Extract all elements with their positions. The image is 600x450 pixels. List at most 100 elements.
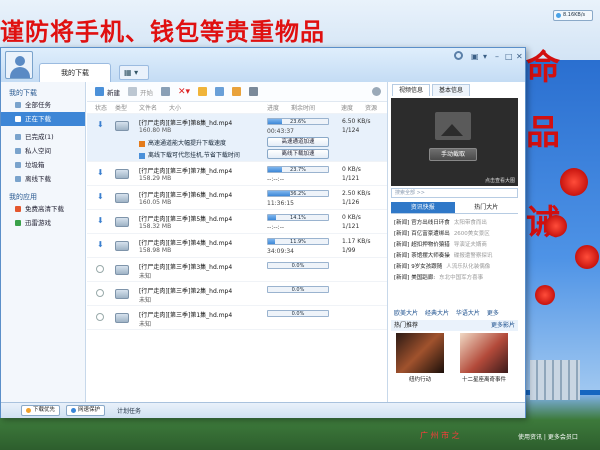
hot-recommend-bar: 热门推荐 更多影片 [391, 320, 518, 331]
sidebar-item-all[interactable]: 全部任务 [1, 98, 85, 112]
col-filename[interactable]: 文件名 [139, 103, 169, 112]
minimize-icon[interactable]: – [495, 52, 499, 61]
maximize-icon[interactable]: □ [505, 52, 513, 61]
movie-thumb-2[interactable]: 十二星座离奇事件 [460, 333, 508, 383]
news-tag: [新闻] [394, 253, 410, 259]
offline-accel-button[interactable]: 离线下载加速 [267, 149, 329, 159]
col-type[interactable]: 类型 [115, 103, 139, 112]
speed-dot-icon [556, 13, 561, 18]
table-row[interactable]: ⬇ [行尸走肉][第三季]第8集_hd.mp4 160.80 MB 23.6% 00:4… [87, 114, 387, 162]
link-chinese[interactable]: 华语大片 [456, 310, 480, 317]
sidebar-app-hd[interactable]: 免费高清下载 [1, 202, 85, 216]
trash-icon [15, 162, 21, 168]
tab-hot-movies[interactable]: 热门大片 [455, 202, 519, 213]
list-view-button[interactable] [215, 87, 225, 96]
tab-my-downloads[interactable]: 我的下载 [39, 63, 111, 82]
search-all-link[interactable]: 搜索全部 >> [391, 188, 518, 198]
progress-percent: 23.6% [290, 119, 306, 125]
folder-icon [198, 87, 208, 96]
col-size[interactable]: 大小 [169, 103, 267, 112]
cloud-icon [15, 176, 21, 182]
sidebar-item-private[interactable]: 私人空间 [1, 144, 85, 158]
scheduled-task-link[interactable]: 计划任务 [117, 406, 141, 415]
table-row[interactable]: ⬇ [行尸走肉][第三季]第5集_hd.mp4 158.32 MB 14.1% --:-… [87, 210, 387, 234]
col-status[interactable]: 状态 [95, 103, 115, 112]
tab-basic-info[interactable]: 基本信息 [432, 84, 471, 96]
manual-capture-button[interactable]: 手动截取 [429, 148, 477, 161]
news-side: 人流乐队化装偶像 [446, 264, 491, 270]
file-type-icon [115, 121, 129, 131]
col-speed[interactable]: 速度 [341, 103, 365, 112]
task-speed: 0 KB/s [342, 214, 361, 221]
info-panel: 视频信息 基本信息 手动截取 点击查看大图 搜索全部 >> 资讯快报 热门大片 … [387, 82, 525, 402]
news-item[interactable]: [新闻] 官方出线日环食 太阳带食而出 [394, 218, 520, 229]
video-preview[interactable]: 手动截取 点击查看大图 [391, 98, 518, 186]
image-placeholder-icon [435, 112, 471, 140]
tab-news[interactable]: 资讯快报 [391, 202, 455, 213]
news-item[interactable]: [新闻] 超扣押物价猿猎 导演证夫婿商 [394, 240, 520, 251]
task-peers: 1/121 [342, 175, 360, 182]
sidebar-app-games[interactable]: 迅雷游戏 [1, 216, 85, 230]
desktop-bottom-text: 广 州 市 之 [420, 431, 460, 440]
download-arrow-icon: ⬇ [97, 120, 104, 129]
refresh-button[interactable] [249, 87, 259, 96]
file-type-icon [115, 289, 129, 299]
table-row[interactable]: ⬇ [行尸走肉][第三季]第6集_hd.mp4 160.05 MB 36.2% 11:3… [87, 186, 387, 210]
table-row[interactable]: ⬇ [行尸走肉][第三季]第7集_hd.mp4 158.29 MB 23.7% --:-… [87, 162, 387, 186]
flower-decoration [535, 285, 555, 305]
remaining-time: 34:09:34 [267, 248, 294, 255]
menu-icon[interactable]: ▾ [483, 52, 487, 61]
sidebar-item-offline[interactable]: 离线下载 [1, 172, 85, 186]
flower-decoration [545, 215, 567, 237]
news-item[interactable]: [新闻] 百亿富豪遭绑出 2600美女景区 [394, 229, 520, 240]
movie-thumb-1[interactable]: 纽约行动 [396, 333, 444, 383]
link-more[interactable]: 更多 [487, 310, 499, 317]
col-health[interactable]: 资源 [365, 103, 377, 112]
col-progress[interactable]: 进度 [267, 103, 291, 112]
start-button[interactable]: 开始 [128, 87, 153, 97]
task-filename: [行尸走肉][第三季]第6集_hd.mp4 [139, 192, 233, 199]
net-protect-button[interactable]: 网速保护 [66, 405, 106, 416]
table-row[interactable]: ⬇ [行尸走肉][第三季]第4集_hd.mp4 158.98 MB 11.9% 34:0… [87, 234, 387, 258]
view-switch-button[interactable]: ▦ ▾ [119, 65, 149, 80]
avatar[interactable] [5, 51, 33, 79]
download-arrow-icon: ⬇ [97, 216, 104, 225]
news-item[interactable]: [新闻] 美国蹈廊: 东北中国军方喜事 [394, 273, 520, 284]
task-size: 158.98 MB [139, 247, 172, 254]
lock-icon [15, 148, 21, 154]
table-row[interactable]: [行尸走肉][第三季]第2集_hd.mp4 未知 0.0% [87, 282, 387, 306]
gear-icon[interactable] [454, 51, 463, 60]
news-item[interactable]: [新闻] 茶馆摆大师奏操 碟报遭警察探讯 [394, 251, 520, 262]
view-large-link[interactable]: 点击查看大图 [485, 177, 515, 184]
table-row[interactable]: [行尸走肉][第三季]第3集_hd.mp4 未知 0.0% [87, 258, 387, 282]
remaining-time: 11:36:15 [267, 200, 294, 207]
sidebar-item-label: 私人空间 [25, 147, 51, 155]
status-bar: 下载优先 网速保护 计划任务 [1, 402, 525, 418]
lock-button[interactable] [232, 87, 242, 96]
col-remaining[interactable]: 剩余时间 [291, 103, 341, 112]
tab-video-info[interactable]: 视频信息 [392, 84, 431, 96]
sidebar-item-downloading[interactable]: 正在下载 [1, 112, 85, 126]
sidebar-item-completed[interactable]: 已完成(1) [1, 130, 85, 144]
news-item[interactable]: [新闻] 9岁女孩跟随 人流乐队化装偶像 [394, 262, 520, 273]
high-speed-accel-button[interactable]: 高速通道加速 [267, 137, 329, 147]
download-priority-button[interactable]: 下载优先 [21, 405, 61, 416]
thunder-window: 我的下载 ▦ ▾ ▣ ▾ – □ ✕ 我的下载 全部任务 正在下载 已完成(1)… [0, 47, 526, 418]
more-movies-link[interactable]: 更多影片 [491, 320, 515, 331]
pause-button[interactable] [161, 87, 170, 96]
task-filename: [行尸走肉][第三季]第5集_hd.mp4 [139, 216, 233, 223]
task-size: 未知 [139, 297, 152, 304]
speed-float-widget[interactable]: 8.16KB/s [553, 10, 593, 21]
close-icon[interactable]: ✕ [516, 52, 523, 61]
delete-button[interactable]: ✕▾ [178, 87, 190, 97]
table-row[interactable]: [行尸走肉][第三季]第1集_hd.mp4 未知 0.0% [87, 306, 387, 330]
skin-icon[interactable]: ▣ [471, 52, 479, 61]
settings-button[interactable] [372, 87, 381, 96]
sidebar-item-trash[interactable]: 垃圾箱 [1, 158, 85, 172]
open-folder-button[interactable] [198, 87, 208, 96]
new-task-button[interactable]: 新建 [95, 87, 120, 97]
link-classic[interactable]: 经典大片 [425, 310, 449, 317]
pause-icon [161, 87, 170, 96]
link-western[interactable]: 欧美大片 [394, 310, 418, 317]
sidebar-item-label: 正在下载 [25, 115, 51, 123]
